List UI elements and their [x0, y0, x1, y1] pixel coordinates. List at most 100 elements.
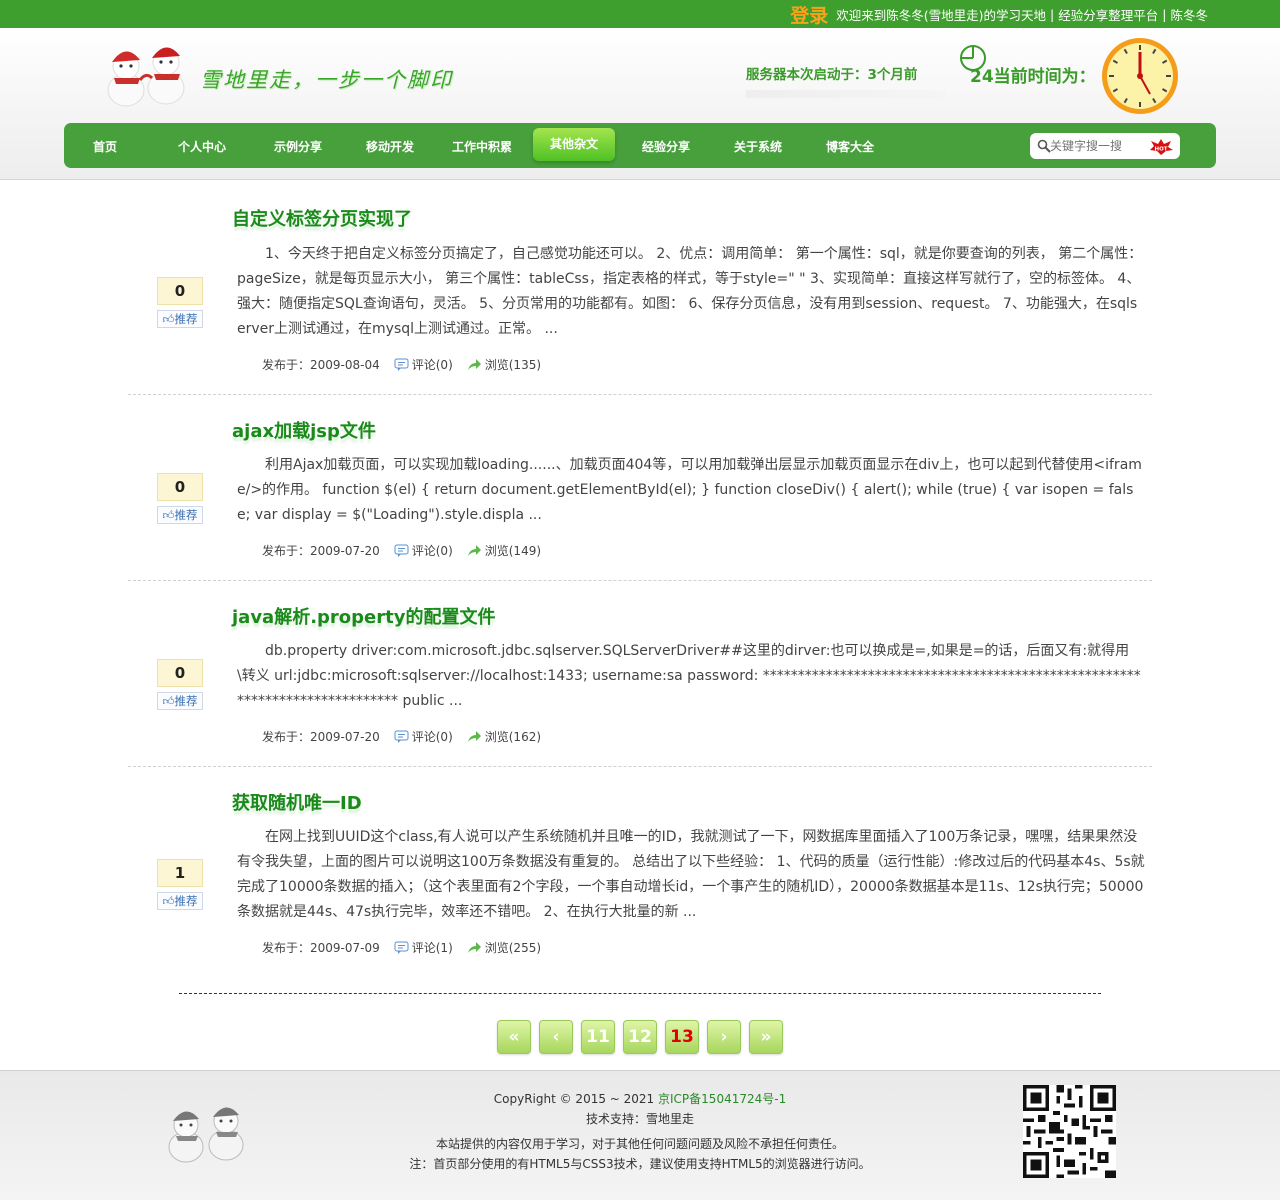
next-page-button[interactable]: › [707, 1020, 741, 1054]
recommend-label: 推荐 [174, 894, 198, 908]
hot-badge-label: HOT [1154, 147, 1167, 153]
views-count: 浏览(149) [484, 544, 542, 558]
post-title[interactable]: java解析.property的配置文件 [232, 603, 495, 629]
thumbs-up-icon: 👍︎ [162, 312, 175, 326]
comment-icon [394, 358, 409, 371]
post-summary: db.property driver:com.microsoft.jdbc.sq… [237, 643, 1141, 709]
post-date: 发布于：2009-07-20 [262, 730, 380, 744]
post-date: 发布于：2009-08-04 [262, 358, 380, 372]
nav-personal-center[interactable]: 个人中心 [168, 134, 236, 160]
list-item: 0 👍︎推荐 自定义标签分页实现了 1、今天终于把自定义标签分页搞定了，自己感觉… [128, 205, 1152, 395]
share-arrow-icon [467, 545, 481, 556]
share-platform-link[interactable]: 经验分享整理平台 [1058, 5, 1158, 24]
views-link[interactable]: 浏览(149) [467, 542, 541, 559]
recommend-button[interactable]: 👍︎推荐 [157, 692, 203, 710]
recommend-label: 推荐 [174, 312, 198, 326]
copyright-line: CopyRight © 2015 ~ 2021 京ICP备15041724号-1 [340, 1089, 940, 1109]
comments-link[interactable]: 评论(0) [394, 728, 453, 745]
share-arrow-icon [467, 359, 481, 370]
first-page-button[interactable]: « [497, 1020, 531, 1054]
vote-count: 1 [157, 859, 203, 887]
main-nav: 首页 个人中心 示例分享 移动开发 工作中积累 其他杂文 经验分享 关于系统 博… [64, 123, 1216, 168]
post-title[interactable]: 自定义标签分页实现了 [232, 205, 412, 231]
post-date: 发布于：2009-07-09 [262, 941, 380, 955]
vote-box: 0 👍︎推荐 [157, 659, 203, 710]
nav-work-notes[interactable]: 工作中积累 [444, 134, 520, 160]
comment-icon [394, 941, 409, 954]
nav-misc-essays[interactable]: 其他杂文 [533, 128, 615, 161]
recommend-button[interactable]: 👍︎推荐 [157, 892, 203, 910]
vote-count: 0 [157, 277, 203, 305]
nav-home[interactable]: 首页 [76, 134, 134, 160]
post-title[interactable]: ajax加载jsp文件 [232, 417, 376, 443]
vote-box: 0 👍︎推荐 [157, 277, 203, 328]
recommend-label: 推荐 [174, 508, 198, 522]
post-meta: 发布于：2009-07-09 评论(1) 浏览(255) [262, 939, 555, 956]
thumbs-up-icon: 👍︎ [162, 894, 175, 908]
post-summary: 1、今天终于把自定义标签分页搞定了，自己感觉功能还可以。 2、优点：调用简单： … [237, 246, 1143, 337]
login-link[interactable]: 登录 [790, 1, 828, 28]
comments-count: 评论(0) [411, 730, 453, 744]
comment-icon [394, 544, 409, 557]
post-title[interactable]: 获取随机唯一ID [232, 789, 362, 815]
vote-count: 0 [157, 659, 203, 687]
list-item: 1 👍︎推荐 获取随机唯一ID 在网上找到UUID这个class,有人说可以产生… [128, 789, 1152, 979]
tech-support-text: 技术支持：雪地里走 [585, 1112, 694, 1126]
comments-link[interactable]: 评论(1) [394, 939, 453, 956]
current-time-label: 24当前时间为： [970, 67, 1096, 87]
nav-about[interactable]: 关于系统 [724, 134, 792, 160]
page-button-11[interactable]: 11 [581, 1020, 615, 1054]
views-count: 浏览(162) [484, 730, 542, 744]
welcome-text: 欢迎来到陈冬冬(雪地里走)的学习天地 [836, 7, 1047, 23]
site-footer: CopyRight © 2015 ~ 2021 京ICP备15041724号-1… [0, 1070, 1280, 1200]
comments-count: 评论(0) [411, 358, 453, 372]
post-summary: 利用Ajax加载页面，可以实现加载loading......、加载页面404等，… [237, 457, 1142, 523]
views-link[interactable]: 浏览(135) [467, 356, 541, 373]
views-count: 浏览(135) [484, 358, 542, 372]
search-icon[interactable] [1037, 139, 1051, 153]
search-box: HOT [1030, 133, 1180, 159]
vote-box: 0 👍︎推荐 [157, 473, 203, 524]
recommend-label: 推荐 [174, 694, 198, 708]
prev-page-button[interactable]: ‹ [539, 1020, 573, 1054]
vote-count: 0 [157, 473, 203, 501]
server-start-reflection [746, 90, 946, 98]
views-count: 浏览(255) [484, 941, 542, 955]
comments-count: 评论(1) [411, 941, 453, 955]
nav-examples[interactable]: 示例分享 [264, 134, 332, 160]
snowmen-logo[interactable] [100, 40, 192, 110]
comment-icon [394, 730, 409, 743]
current-page-button[interactable]: 13 [665, 1020, 699, 1054]
icp-link[interactable]: 京ICP备15041724号-1 [658, 1092, 786, 1106]
top-bar: 登录 欢迎来到陈冬冬(雪地里走)的学习天地 | 经验分享整理平台 | 陈冬冬 [0, 0, 1280, 28]
post-summary: 在网上找到UUID这个class,有人说可以产生系统随机并且唯一的ID，我就测试… [237, 829, 1145, 920]
analog-clock-icon [1102, 38, 1178, 114]
share-arrow-icon [467, 731, 481, 742]
views-link[interactable]: 浏览(255) [467, 939, 541, 956]
hot-badge-icon[interactable]: HOT [1148, 138, 1174, 156]
footer-text: CopyRight © 2015 ~ 2021 京ICP备15041724号-1… [340, 1089, 940, 1174]
footer-snowmen-logo [168, 1107, 244, 1163]
comments-count: 评论(0) [411, 544, 453, 558]
qr-code-icon [1023, 1085, 1116, 1178]
search-input[interactable] [1050, 137, 1142, 155]
thumbs-up-icon: 👍︎ [162, 508, 175, 522]
recommend-button[interactable]: 👍︎推荐 [157, 310, 203, 328]
page-button-12[interactable]: 12 [623, 1020, 657, 1054]
nav-experience[interactable]: 经验分享 [632, 134, 700, 160]
content-divider [179, 993, 1101, 994]
nav-blog-list[interactable]: 博客大全 [816, 134, 884, 160]
comments-link[interactable]: 评论(0) [394, 542, 453, 559]
browser-note-text: 注：首页部分使用的有HTML5与CSS3技术，建议使用支持HTML5的浏览器进行… [409, 1157, 871, 1171]
site-slogan: 雪地里走，一步一个脚印 [200, 68, 453, 92]
views-link[interactable]: 浏览(162) [467, 728, 541, 745]
nav-mobile-dev[interactable]: 移动开发 [356, 134, 424, 160]
comments-link[interactable]: 评论(0) [394, 356, 453, 373]
disclaimer-text: 本站提供的内容仅用于学习，对于其他任何问题问题及风险不承担任何责任。 [435, 1137, 844, 1151]
site-header: 雪地里走，一步一个脚印 服务器本次启动于：3个月前 24当前时间为： 首页 个人… [0, 28, 1280, 180]
author-link[interactable]: 陈冬冬 [1170, 5, 1208, 24]
copyright-text: CopyRight © 2015 ~ 2021 [493, 1092, 659, 1106]
post-meta: 发布于：2009-07-20 评论(0) 浏览(149) [262, 542, 555, 559]
recommend-button[interactable]: 👍︎推荐 [157, 506, 203, 524]
last-page-button[interactable]: » [749, 1020, 783, 1054]
